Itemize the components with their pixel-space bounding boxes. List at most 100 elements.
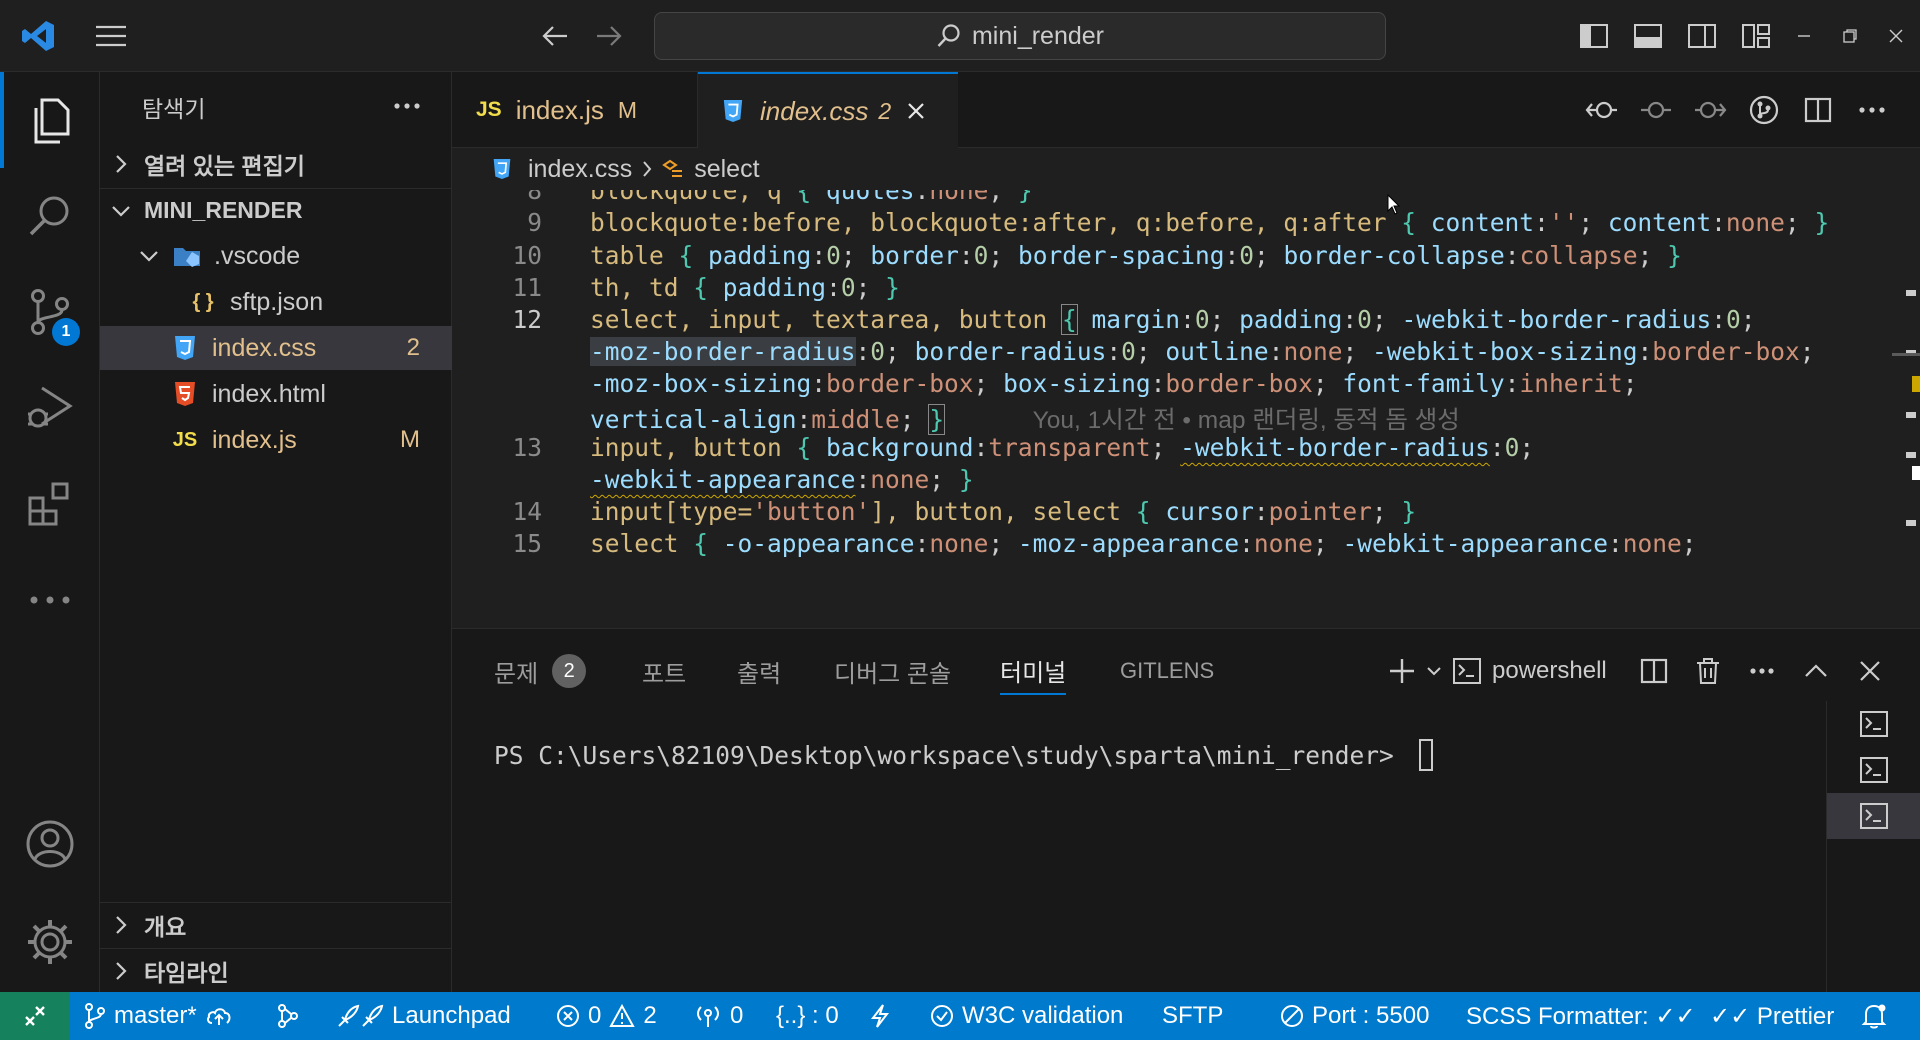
maximize-panel-icon[interactable] <box>1796 649 1836 693</box>
breadcrumb-file[interactable]: index.css <box>528 155 632 184</box>
timeline-section[interactable]: 타임라인 <box>100 948 452 992</box>
breadcrumb-symbol[interactable]: select <box>694 155 759 184</box>
cloud-upload-icon <box>205 1005 233 1027</box>
gitlens-graph-button[interactable] <box>276 992 300 1040</box>
warning-count: 2 <box>643 1002 657 1029</box>
line-number: 15 <box>512 529 542 558</box>
css-file-icon <box>722 98 744 124</box>
project-section[interactable]: MINI_RENDER <box>100 188 452 232</box>
hamburger-menu-icon[interactable] <box>86 12 136 60</box>
search-icon[interactable] <box>0 168 100 264</box>
forward-arrow-icon[interactable] <box>586 16 632 56</box>
vscode-folder-icon <box>172 241 202 271</box>
line-number: 9 <box>527 208 542 237</box>
scss-formatter-button[interactable]: SCSS Formatter: ✓✓ <box>1466 992 1696 1040</box>
branch-icon <box>84 1003 106 1029</box>
command-center-search[interactable]: mini_render <box>654 12 1386 60</box>
w3c-validation-button[interactable]: W3C validation <box>930 992 1123 1040</box>
open-editors-section[interactable]: 열려 있는 편집기 <box>100 142 452 186</box>
close-icon[interactable] <box>1850 649 1890 693</box>
tree-item-index-js[interactable]: JS index.js M <box>100 418 452 462</box>
restore-window-icon[interactable] <box>1832 16 1868 56</box>
ellipsis-icon[interactable] <box>384 86 430 126</box>
tree-item-index-css[interactable]: index.css 2 <box>100 326 452 370</box>
notifications-bell-icon[interactable] <box>1860 992 1888 1040</box>
code-line: select { -o-appearance:none; -moz-appear… <box>590 529 1697 558</box>
json-file-icon: { } <box>192 290 214 313</box>
terminal-icon[interactable] <box>1827 793 1920 839</box>
tab-index-js[interactable]: JS index.js M <box>452 72 698 148</box>
explorer-icon[interactable] <box>0 72 100 168</box>
minimap[interactable] <box>1892 190 1920 628</box>
line-number: 8 <box>527 190 542 205</box>
code-line-wrap: -moz-border-radius:0; border-radius:0; o… <box>590 337 1815 366</box>
trash-icon[interactable] <box>1688 649 1728 693</box>
tab-index-css[interactable]: index.css 2 <box>698 72 958 148</box>
split-editor-icon[interactable] <box>1796 88 1840 132</box>
remote-icon <box>23 1004 47 1028</box>
sftp-button[interactable]: SFTP <box>1162 992 1223 1040</box>
tab-terminal[interactable]: 터미널 <box>1000 647 1067 695</box>
terminal-icon[interactable] <box>1827 701 1920 747</box>
chevron-down-icon[interactable] <box>1422 649 1446 693</box>
rocket-icon <box>336 1003 384 1029</box>
split-terminal-icon[interactable] <box>1634 649 1674 693</box>
run-debug-icon[interactable] <box>0 360 100 456</box>
source-control-icon[interactable]: 1 <box>0 264 100 360</box>
close-window-icon[interactable] <box>1878 16 1914 56</box>
lightning-button[interactable] <box>870 992 890 1040</box>
command-center-label: mini_render <box>971 21 1104 50</box>
chevron-down-icon <box>134 241 164 271</box>
explorer-sidebar: 탐색기 열려 있는 편집기 MINI_RENDER .vscode { } sf… <box>100 72 452 992</box>
title-bar: mini_render <box>0 0 1920 72</box>
tab-gitlens[interactable]: GITLENS <box>1120 647 1214 695</box>
more-actions-icon[interactable] <box>1742 649 1782 693</box>
git-branch[interactable]: master* <box>84 992 233 1040</box>
toggle-primary-sidebar-icon[interactable] <box>1572 16 1616 56</box>
tab-problems[interactable]: 문제 2 <box>494 647 587 695</box>
toggle-secondary-sidebar-icon[interactable] <box>1680 16 1724 56</box>
tab-problems-badge: 2 <box>878 97 892 124</box>
gear-icon[interactable] <box>0 894 100 990</box>
chevron-down-icon <box>106 196 136 226</box>
port-label: Port : 5500 <box>1312 1002 1430 1029</box>
toggle-panel-icon[interactable] <box>1626 16 1670 56</box>
breadcrumb: index.css select <box>452 148 1920 190</box>
more-icon[interactable] <box>0 552 100 648</box>
customize-layout-icon[interactable] <box>1734 16 1778 56</box>
json-indicator[interactable]: {..} : 0 <box>776 992 839 1040</box>
code-editor[interactable]: 8 blockquote, q { quotes:none; } 9 block… <box>452 190 1920 628</box>
extensions-icon[interactable] <box>0 456 100 552</box>
open-changes-previous-icon[interactable] <box>1580 88 1624 132</box>
tree-item-index-html[interactable]: index.html <box>100 372 452 416</box>
launchpad-button[interactable]: Launchpad <box>336 992 511 1040</box>
gitlens-compare-icon[interactable] <box>1742 88 1786 132</box>
code-line: blockquote, q { quotes:none; } <box>590 190 1033 205</box>
remote-indicator[interactable] <box>0 992 70 1040</box>
open-changes-next-icon[interactable] <box>1688 88 1732 132</box>
tree-item-vscode-folder[interactable]: .vscode <box>100 234 452 278</box>
tab-output[interactable]: 출력 <box>737 647 781 695</box>
tab-ports[interactable]: 포트 <box>642 647 686 695</box>
accounts-icon[interactable] <box>0 796 100 892</box>
launchpad-label: Launchpad <box>392 1002 511 1029</box>
tree-item-sftp-json[interactable]: { } sftp.json <box>100 280 452 324</box>
terminal-output[interactable]: PS C:\Users\82109\Desktop\workspace\stud… <box>494 739 1433 771</box>
new-terminal-icon[interactable] <box>1382 649 1422 693</box>
status-bar: master* Launchpad 0 2 0 {..} : 0 W3C val… <box>0 992 1920 1040</box>
commit-icon[interactable] <box>1634 88 1678 132</box>
back-arrow-icon[interactable] <box>532 16 578 56</box>
tab-debug-console[interactable]: 디버그 콘솔 <box>834 647 951 695</box>
terminal-icon[interactable] <box>1827 747 1920 793</box>
terminal-prompt: PS C:\Users\82109\Desktop\workspace\stud… <box>494 740 1409 770</box>
more-actions-icon[interactable] <box>1850 88 1894 132</box>
terminal-profile[interactable]: powershell <box>1452 649 1624 693</box>
minimize-window-icon[interactable] <box>1786 16 1822 56</box>
problems-indicator[interactable]: 0 2 <box>556 992 657 1040</box>
tab-label: 문제 <box>494 660 539 688</box>
ports-indicator[interactable]: 0 <box>694 992 743 1040</box>
prettier-button[interactable]: ✓✓ Prettier <box>1710 992 1834 1040</box>
close-icon[interactable] <box>907 102 925 120</box>
live-server-port[interactable]: Port : 5500 <box>1280 992 1429 1040</box>
outline-section[interactable]: 개요 <box>100 902 452 946</box>
